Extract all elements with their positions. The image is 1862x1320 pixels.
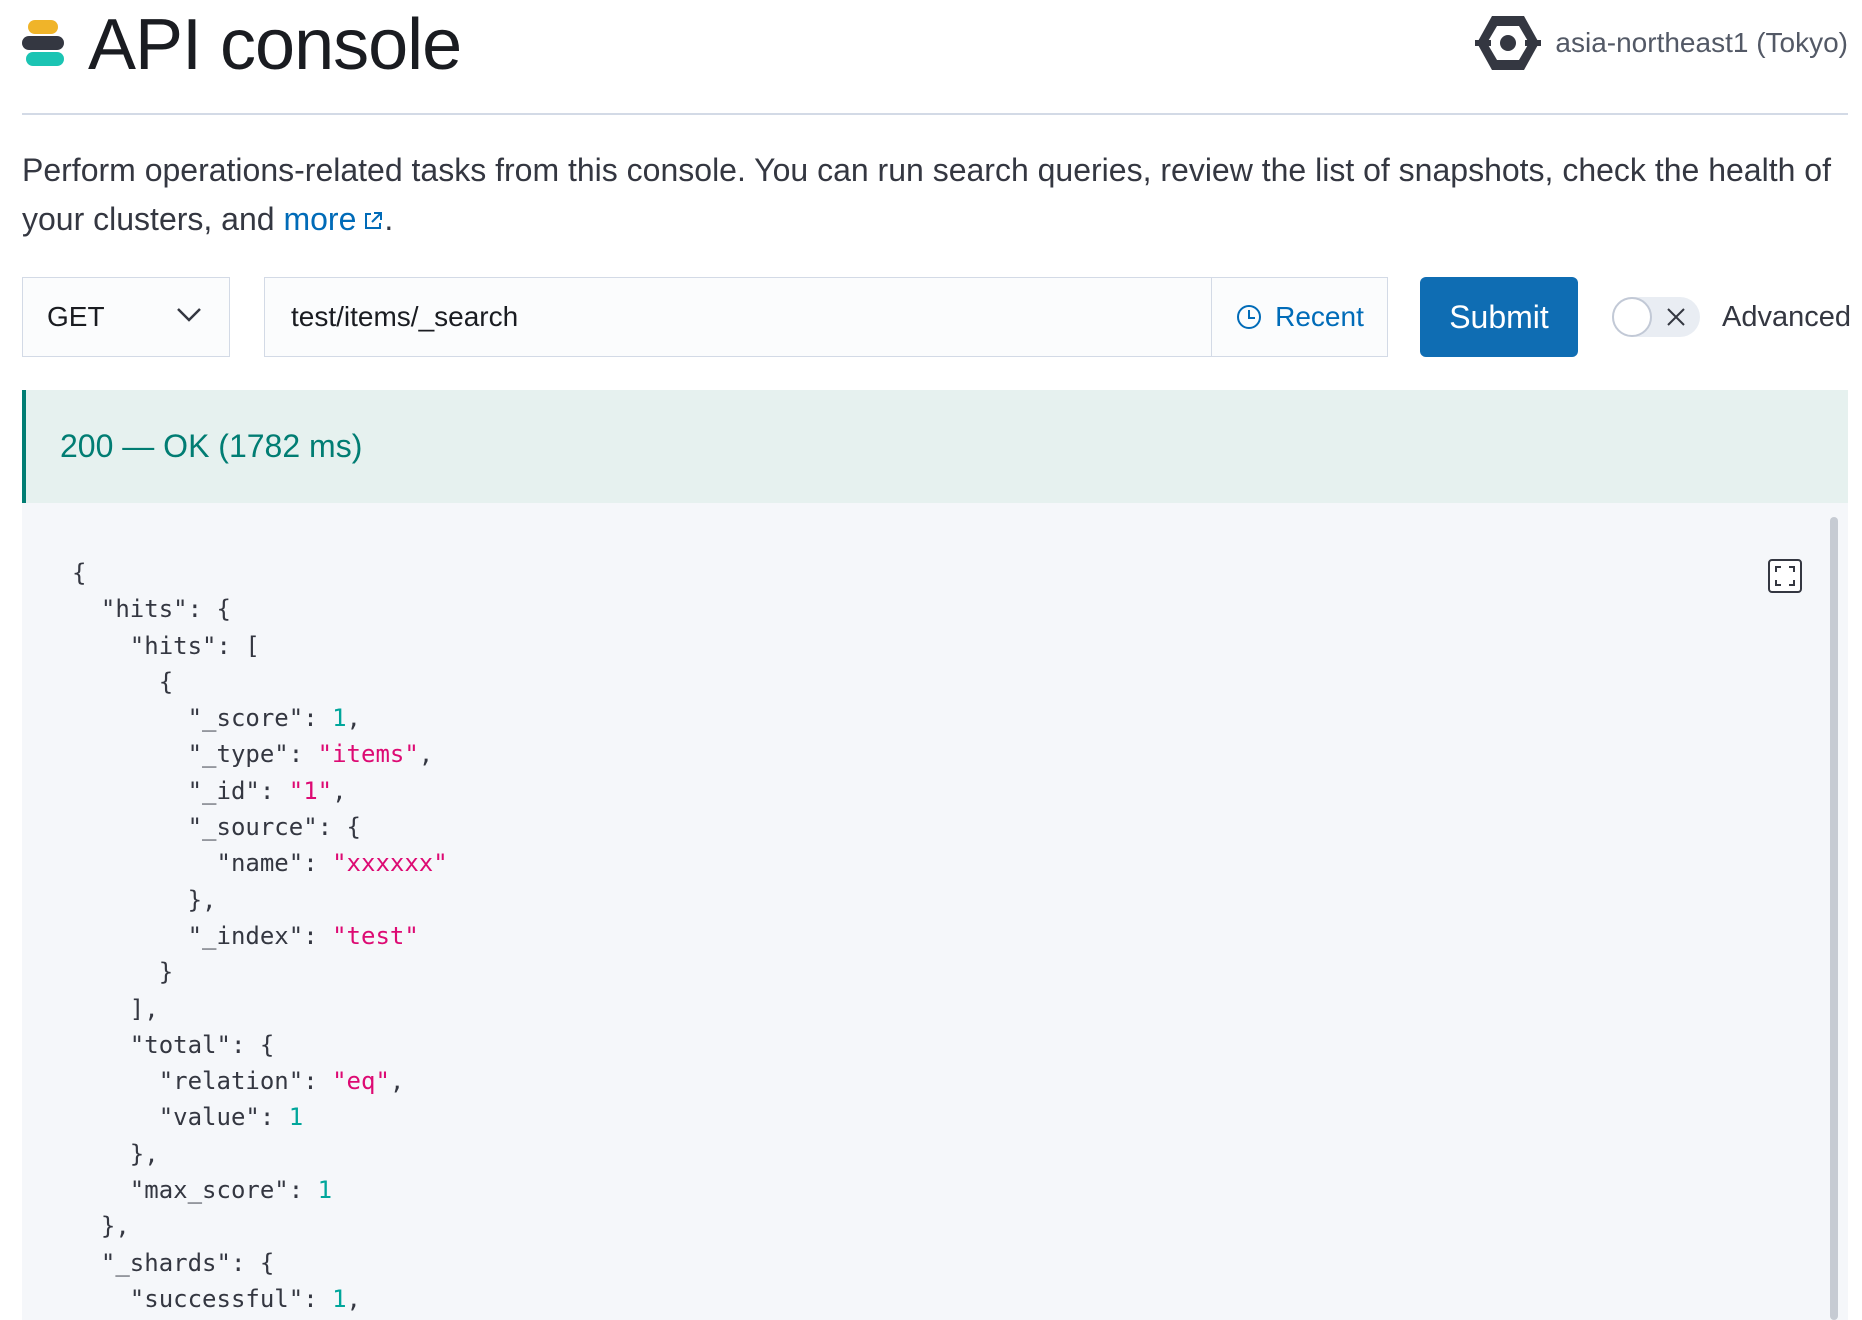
submit-button[interactable]: Submit	[1420, 277, 1578, 357]
response-status-callout: 200 — OK (1782 ms)	[22, 390, 1848, 503]
json-number: 1	[332, 704, 347, 733]
json-punct: "total": {	[72, 1030, 275, 1059]
recent-button[interactable]: Recent	[1211, 278, 1387, 356]
recent-label: Recent	[1275, 301, 1364, 332]
region-indicator: asia-northeast1 (Tokyo)	[1475, 10, 1848, 76]
json-line: "_id": "1",	[72, 777, 347, 805]
response-json: { "hits": { "hits": [ { "_score": 1, "_t…	[72, 555, 448, 1320]
json-line: "_shards": {	[72, 1249, 274, 1277]
json-punct: },	[72, 1212, 130, 1241]
json-punct: "_shards": {	[72, 1248, 275, 1277]
path-input[interactable]	[265, 278, 1211, 356]
close-icon	[1667, 308, 1685, 326]
page-description: Perform operations-related tasks from th…	[22, 146, 1848, 244]
response-code-block: { "hits": { "hits": [ { "_score": 1, "_t…	[22, 503, 1848, 1320]
more-link-label: more	[283, 201, 357, 237]
json-line: "name": "xxxxxx"	[72, 849, 448, 878]
json-punct: "successful":	[72, 1284, 333, 1313]
json-line: "hits": [	[72, 632, 260, 660]
json-string: "1"	[288, 776, 333, 805]
json-line: "successful": 1,	[72, 1285, 361, 1313]
description-suffix: .	[384, 201, 394, 237]
json-line: }	[72, 958, 173, 986]
method-select[interactable]: GET	[22, 277, 230, 357]
json-line: "max_score": 1	[72, 1176, 332, 1204]
json-punct: ,	[418, 740, 434, 769]
page-title: API console	[88, 5, 462, 85]
json-line: "_source": {	[72, 813, 361, 841]
json-number: 1	[288, 1103, 304, 1132]
method-value: GET	[47, 301, 105, 332]
request-bar: GET Recent Submit Advanced	[22, 277, 1851, 357]
json-line: "_score": 1,	[72, 704, 361, 732]
json-string: "eq"	[332, 1067, 390, 1096]
advanced-label: Advanced	[1722, 301, 1851, 333]
json-line: "hits": {	[72, 595, 231, 623]
json-line: "relation": "eq",	[72, 1067, 405, 1096]
json-punct: },	[72, 885, 217, 914]
api-console-page: API console asia-northeast1 (Tokyo) Perf…	[0, 0, 1862, 1320]
json-punct: }	[72, 958, 174, 987]
json-punct: "_source": {	[72, 813, 361, 842]
json-line: },	[72, 886, 217, 914]
json-line: "value": 1	[72, 1103, 304, 1132]
status-text: 200 — OK (1782 ms)	[60, 428, 363, 464]
gcp-hexagon-icon	[1475, 16, 1542, 70]
chevron-down-icon	[177, 308, 201, 322]
code-scrollbar[interactable]	[1830, 517, 1838, 1320]
json-line: "_type": "items",	[72, 740, 434, 769]
json-punct: {	[72, 667, 174, 696]
advanced-toggle[interactable]	[1612, 297, 1700, 337]
json-punct: ,	[389, 1067, 405, 1096]
region-label: asia-northeast1 (Tokyo)	[1555, 27, 1848, 58]
json-punct: "hits": {	[72, 595, 231, 624]
json-punct: ,	[346, 1284, 361, 1313]
clock-icon	[1237, 305, 1262, 329]
json-punct: "relation":	[72, 1067, 333, 1096]
json-number: 1	[332, 1284, 347, 1313]
external-link-icon	[365, 212, 383, 229]
json-line: },	[72, 1212, 130, 1240]
json-punct: "name":	[72, 849, 333, 878]
json-punct: "_index":	[72, 921, 333, 950]
elastic-logo-icon	[22, 16, 68, 70]
json-line: ],	[72, 995, 159, 1023]
json-punct: "_type":	[72, 740, 318, 769]
more-link[interactable]: more	[283, 201, 384, 237]
json-punct: ,	[332, 776, 347, 805]
json-line: },	[72, 1140, 159, 1168]
json-punct: "hits": [	[72, 631, 260, 660]
toggle-knob	[1612, 297, 1652, 337]
json-string: "items"	[317, 740, 419, 769]
json-punct: ,	[346, 704, 361, 733]
fullscreen-icon	[1775, 566, 1795, 586]
json-punct: ],	[72, 994, 159, 1023]
json-string: "xxxxxx"	[332, 849, 448, 878]
json-punct: "_score":	[72, 704, 333, 733]
json-punct: "_id":	[72, 776, 289, 805]
json-line: {	[72, 559, 86, 587]
json-line: "total": {	[72, 1030, 275, 1059]
json-punct: "value":	[72, 1103, 289, 1132]
json-string: "test"	[332, 921, 419, 950]
json-number: 1	[317, 1176, 333, 1205]
fullscreen-button[interactable]	[1768, 559, 1802, 593]
json-punct: "max_score":	[72, 1176, 318, 1205]
path-field: Recent	[264, 277, 1388, 357]
json-line: "_index": "test"	[72, 922, 419, 950]
json-line: {	[72, 668, 173, 696]
json-punct: {	[72, 559, 87, 587]
page-header: API console asia-northeast1 (Tokyo)	[22, 0, 1848, 115]
json-punct: },	[72, 1139, 159, 1168]
